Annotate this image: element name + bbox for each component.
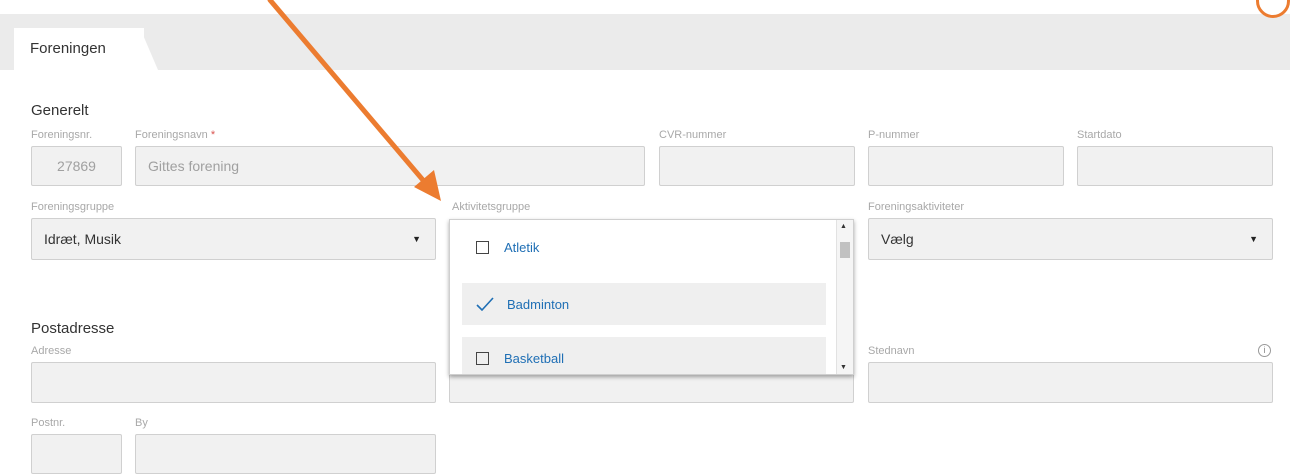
annotation-arrow <box>267 0 441 201</box>
